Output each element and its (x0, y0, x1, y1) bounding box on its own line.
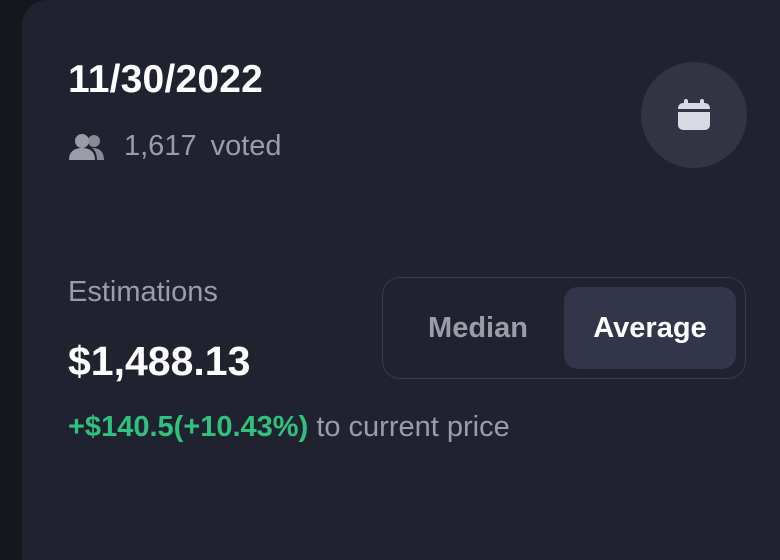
voted-label: voted (210, 130, 282, 162)
calendar-icon (674, 93, 714, 138)
estimation-value: $1,488.13 (68, 338, 251, 384)
voted-count: 1,617 (124, 130, 197, 162)
delta-suffix: to current price (316, 411, 510, 443)
price-delta: +$140.5(+10.43%) (68, 411, 309, 443)
vote-date: 11/30/2022 (68, 58, 264, 101)
median-average-toggle: Median Average (382, 277, 746, 379)
calendar-button[interactable] (641, 62, 747, 168)
average-option[interactable]: Average (564, 287, 736, 369)
estimation-card: 11/30/2022 1,617 voted Estimations $1,48… (22, 0, 780, 560)
median-option[interactable]: Median (392, 287, 564, 369)
delta-line: +$140.5(+10.43%) to current price (68, 411, 510, 444)
voters-row: 1,617 voted (68, 130, 282, 163)
users-icon (68, 132, 106, 162)
estimations-label: Estimations (68, 276, 218, 308)
